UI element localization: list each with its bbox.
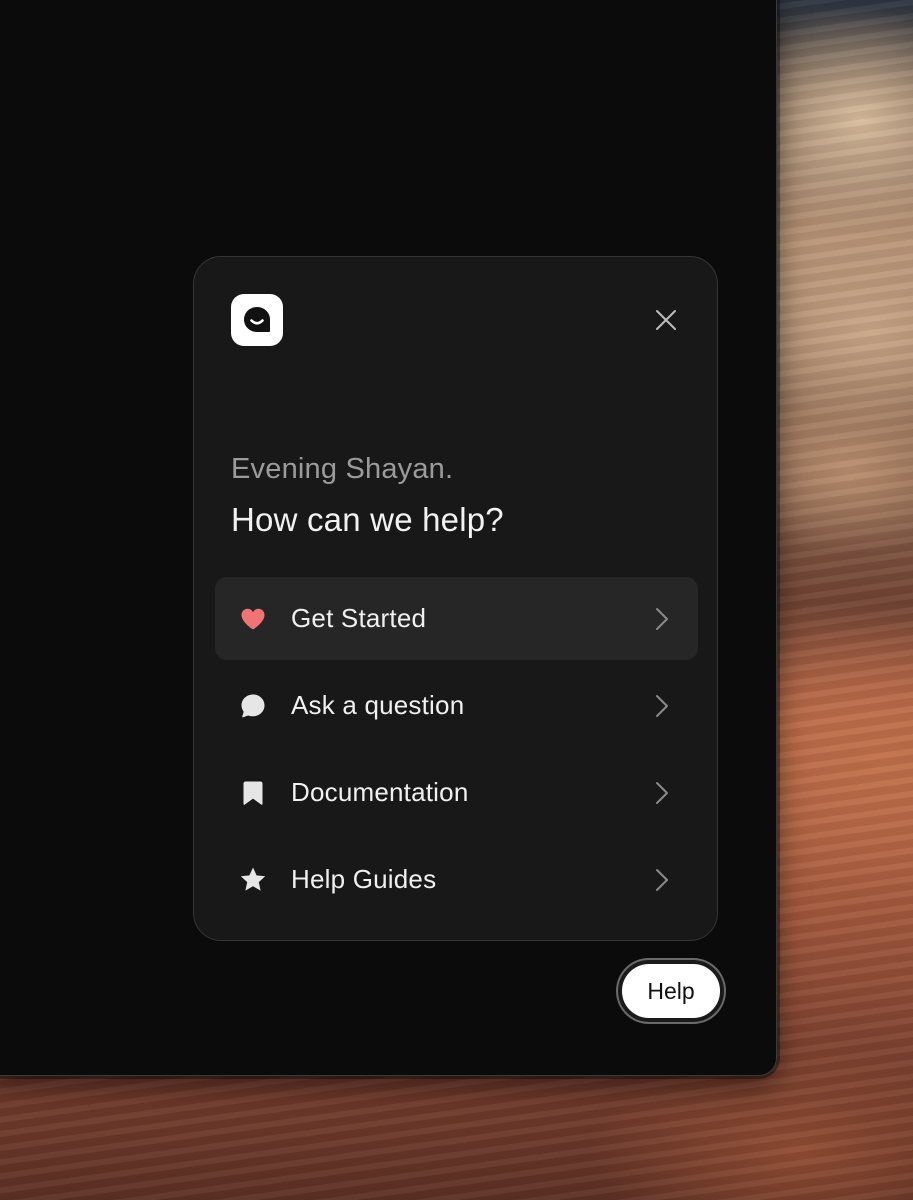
greeting-text: Evening Shayan. <box>231 453 454 485</box>
help-popup: Evening Shayan. How can we help? Get Sta… <box>193 256 718 941</box>
menu-item-help-guides[interactable]: Help Guides <box>215 838 698 921</box>
heart-icon <box>241 608 265 629</box>
menu-item-label: Get Started <box>291 603 427 633</box>
chat-bubble-icon <box>241 694 265 717</box>
close-button[interactable] <box>651 305 681 335</box>
chevron-right-icon <box>656 781 668 804</box>
chat-smile-icon <box>244 307 270 332</box>
chevron-right-icon <box>656 607 668 630</box>
bookmark-icon <box>243 781 263 805</box>
star-icon <box>240 867 266 891</box>
close-icon <box>656 310 676 330</box>
logo <box>231 294 283 346</box>
menu-item-ask-question[interactable]: Ask a question <box>215 664 698 747</box>
help-button[interactable]: Help <box>618 960 724 1022</box>
menu-item-label: Documentation <box>291 777 469 807</box>
chevron-right-icon <box>656 868 668 891</box>
chevron-right-icon <box>656 694 668 717</box>
help-menu: Get Started Ask a question Documentation… <box>215 577 698 925</box>
menu-item-label: Help Guides <box>291 864 437 894</box>
menu-item-documentation[interactable]: Documentation <box>215 751 698 834</box>
menu-item-get-started[interactable]: Get Started <box>215 577 698 660</box>
menu-item-label: Ask a question <box>291 690 465 720</box>
help-question-heading: How can we help? <box>231 501 504 538</box>
